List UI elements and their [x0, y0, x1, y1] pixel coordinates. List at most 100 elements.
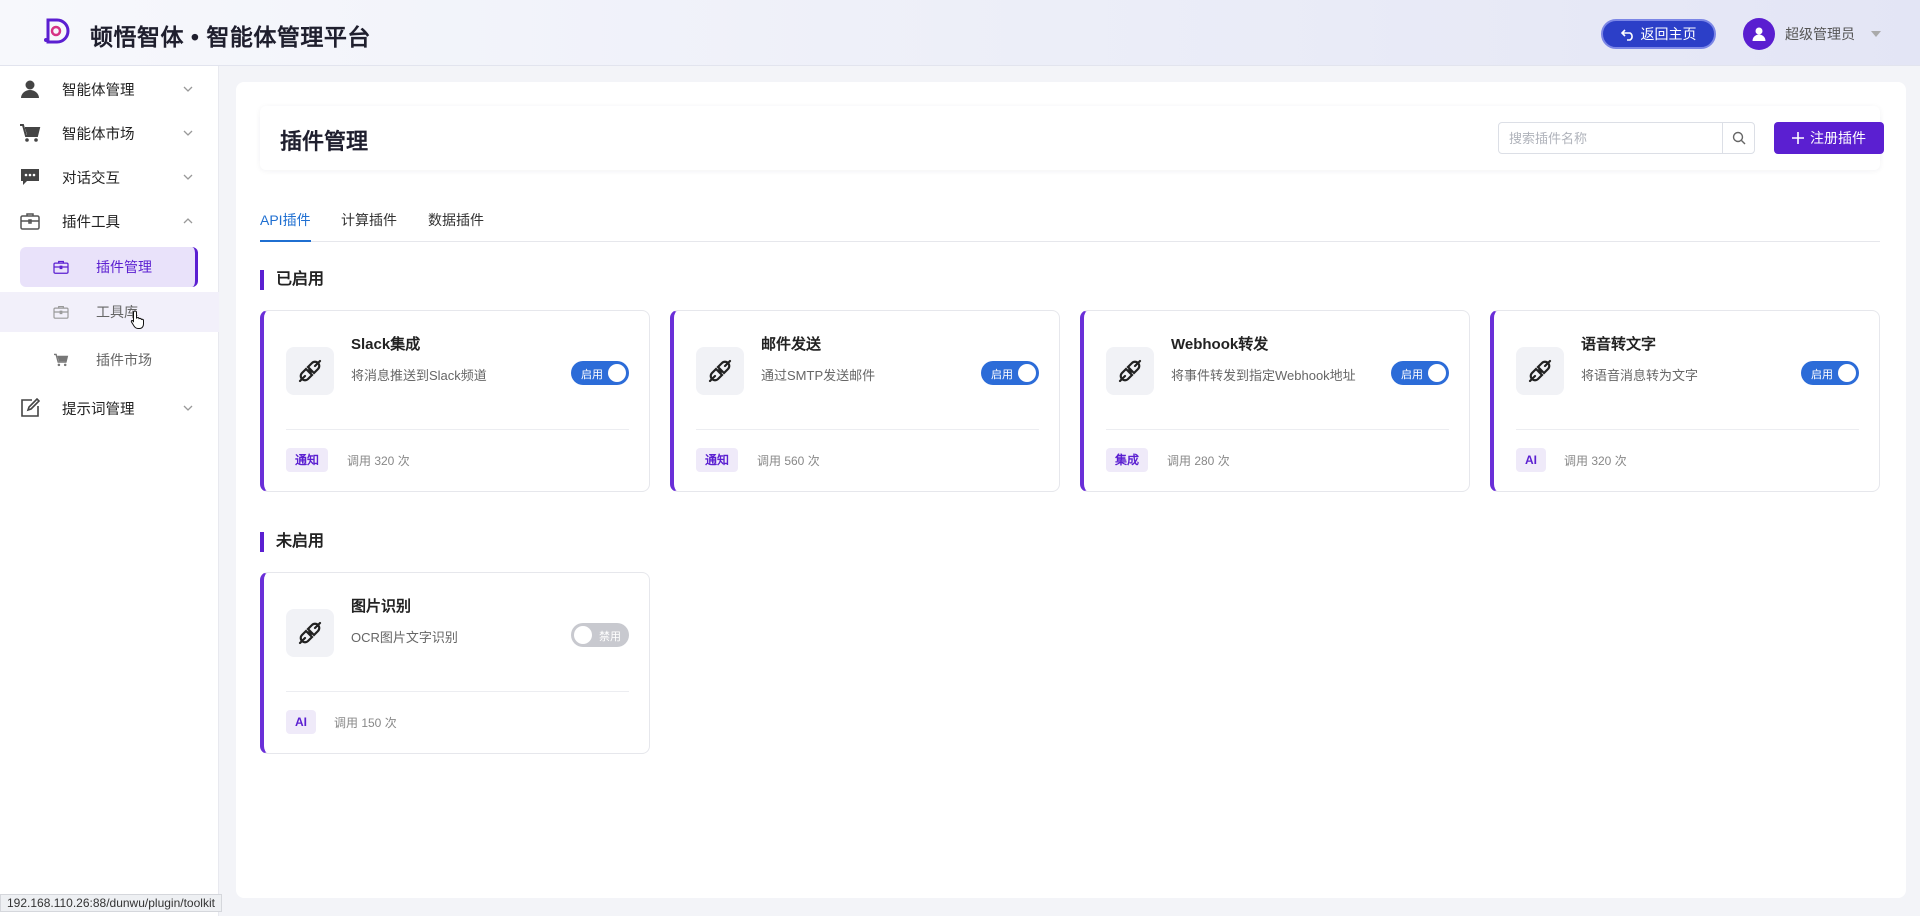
section-disabled-title: 未启用	[260, 532, 324, 552]
plugin-description: 将语音消息转为文字	[1581, 368, 1699, 383]
plugin-call-count: 调用 280 次	[1167, 454, 1230, 468]
tab-compute-plugins[interactable]: 计算插件	[341, 210, 397, 242]
section-enabled-title: 已启用	[260, 270, 324, 290]
toggle-label: 启用	[581, 369, 603, 381]
search-box	[1498, 122, 1755, 154]
plugin-call-count: 调用 320 次	[1564, 454, 1627, 468]
chat-icon	[19, 166, 41, 188]
plugin-tag: 集成	[1106, 448, 1149, 472]
edit-icon	[19, 397, 41, 419]
plugin-call-count: 调用 560 次	[757, 454, 820, 468]
card-divider	[1516, 429, 1859, 430]
sidebar-item-label: 插件工具	[62, 214, 120, 231]
sidebar-item-chat[interactable]: 对话交互	[0, 155, 219, 199]
user-icon	[1752, 27, 1766, 41]
plugin-call-count: 调用 320 次	[347, 454, 410, 468]
toggle-label: 启用	[1401, 369, 1423, 381]
sidebar-subitem-label: 插件管理	[96, 259, 152, 275]
cart-icon	[19, 122, 41, 144]
caret-down-icon[interactable]	[1871, 31, 1881, 37]
toggle-label: 启用	[991, 369, 1013, 381]
chevron-down-icon	[183, 174, 193, 180]
plug-icon	[286, 347, 334, 395]
toggle-knob	[574, 626, 592, 644]
card-divider	[286, 429, 629, 430]
plugin-card[interactable]: 邮件发送 通过SMTP发送邮件 启用 通知 调用 560 次	[670, 310, 1060, 492]
card-divider	[286, 691, 629, 692]
plugin-tag: AI	[286, 710, 316, 734]
user-name: 超级管理员	[1785, 26, 1855, 42]
app-logo-icon	[44, 18, 70, 44]
plugin-card[interactable]: 图片识别 OCR图片文字识别 禁用 AI 调用 150 次	[260, 572, 650, 754]
toolbox-icon	[52, 258, 70, 276]
user-menu[interactable]: 超级管理员	[1743, 18, 1881, 50]
plugin-card[interactable]: Slack集成 将消息推送到Slack频道 启用 通知 调用 320 次	[260, 310, 650, 492]
plugin-name: Slack集成	[351, 336, 421, 353]
sidebar-item-agent-market[interactable]: 智能体市场	[0, 111, 219, 155]
plugin-toggle[interactable]: 启用	[1391, 361, 1449, 385]
search-button[interactable]	[1722, 123, 1754, 153]
toggle-label: 禁用	[599, 631, 621, 643]
tab-api-plugins[interactable]: API插件	[260, 210, 311, 242]
main-panel: 插件管理 注册插件 API插件 计算插件 数据插件 已启用 Slack集成 将消…	[236, 82, 1906, 898]
toolbox-icon	[52, 303, 70, 321]
plugin-tag: AI	[1516, 448, 1546, 472]
plugin-description: OCR图片文字识别	[351, 630, 458, 645]
toggle-knob	[608, 364, 626, 382]
sidebar-subitem-plugin-management[interactable]: 插件管理	[20, 247, 198, 287]
return-icon	[1620, 29, 1633, 41]
plugin-toggle[interactable]: 启用	[1801, 361, 1859, 385]
plugin-tag: 通知	[286, 448, 329, 472]
plugin-description: 将事件转发到指定Webhook地址	[1171, 368, 1356, 383]
chevron-down-icon	[183, 130, 193, 136]
plugin-tag: 通知	[696, 448, 739, 472]
sidebar-item-plugin-tools[interactable]: 插件工具	[0, 199, 219, 243]
search-icon	[1732, 131, 1745, 145]
toolbox-icon	[19, 210, 41, 232]
cart-icon	[52, 351, 70, 369]
tab-data-plugins[interactable]: 数据插件	[428, 210, 484, 242]
register-plugin-button[interactable]: 注册插件	[1774, 122, 1884, 154]
chevron-down-icon	[183, 86, 193, 92]
plugin-toggle[interactable]: 启用	[571, 361, 629, 385]
sidebar-subitem-toolkit[interactable]: 工具库	[0, 292, 219, 332]
app-title: 顿悟智体 • 智能体管理平台	[90, 24, 371, 50]
plugin-tabs: API插件 计算插件 数据插件	[260, 202, 1880, 242]
plugin-toggle[interactable]: 启用	[981, 361, 1039, 385]
plugin-description: 通过SMTP发送邮件	[761, 368, 876, 383]
sidebar-item-agent-management[interactable]: 智能体管理	[0, 67, 219, 111]
card-divider	[1106, 429, 1449, 430]
card-divider	[696, 429, 1039, 430]
toggle-knob	[1838, 364, 1856, 382]
plugin-card[interactable]: Webhook转发 将事件转发到指定Webhook地址 启用 集成 调用 280…	[1080, 310, 1470, 492]
plug-icon	[696, 347, 744, 395]
sidebar-subitem-plugin-market[interactable]: 插件市场	[0, 340, 219, 380]
plugin-name: Webhook转发	[1171, 336, 1269, 353]
plug-icon	[286, 609, 334, 657]
sidebar-subitem-label: 插件市场	[96, 352, 152, 368]
pointer-cursor-icon	[130, 310, 144, 329]
plugin-name: 语音转文字	[1581, 336, 1657, 353]
browser-status-url: 192.168.110.26:88/dunwu/plugin/toolkit	[0, 894, 222, 912]
plugin-description: 将消息推送到Slack频道	[351, 368, 487, 383]
register-plugin-label: 注册插件	[1810, 130, 1866, 146]
plugin-name: 邮件发送	[761, 336, 822, 353]
search-input[interactable]	[1499, 123, 1722, 153]
sidebar-item-label: 智能体管理	[62, 82, 135, 99]
sidebar-item-label: 智能体市场	[62, 126, 135, 143]
chevron-down-icon	[183, 405, 193, 411]
page-header: 插件管理 注册插件	[260, 106, 1884, 170]
chevron-up-icon	[183, 218, 193, 224]
plug-icon	[1516, 347, 1564, 395]
sidebar-item-label: 对话交互	[62, 170, 120, 187]
plugin-card[interactable]: 语音转文字 将语音消息转为文字 启用 AI 调用 320 次	[1490, 310, 1880, 492]
sidebar-item-prompt-management[interactable]: 提示词管理	[0, 386, 219, 430]
plugin-toggle[interactable]: 禁用	[571, 623, 629, 647]
plugin-name: 图片识别	[351, 598, 412, 615]
avatar[interactable]	[1743, 18, 1775, 50]
user-icon	[19, 78, 41, 100]
plug-icon	[1106, 347, 1154, 395]
return-home-button[interactable]: 返回主页	[1601, 19, 1716, 49]
toggle-knob	[1018, 364, 1036, 382]
sidebar-item-label: 提示词管理	[62, 401, 135, 418]
